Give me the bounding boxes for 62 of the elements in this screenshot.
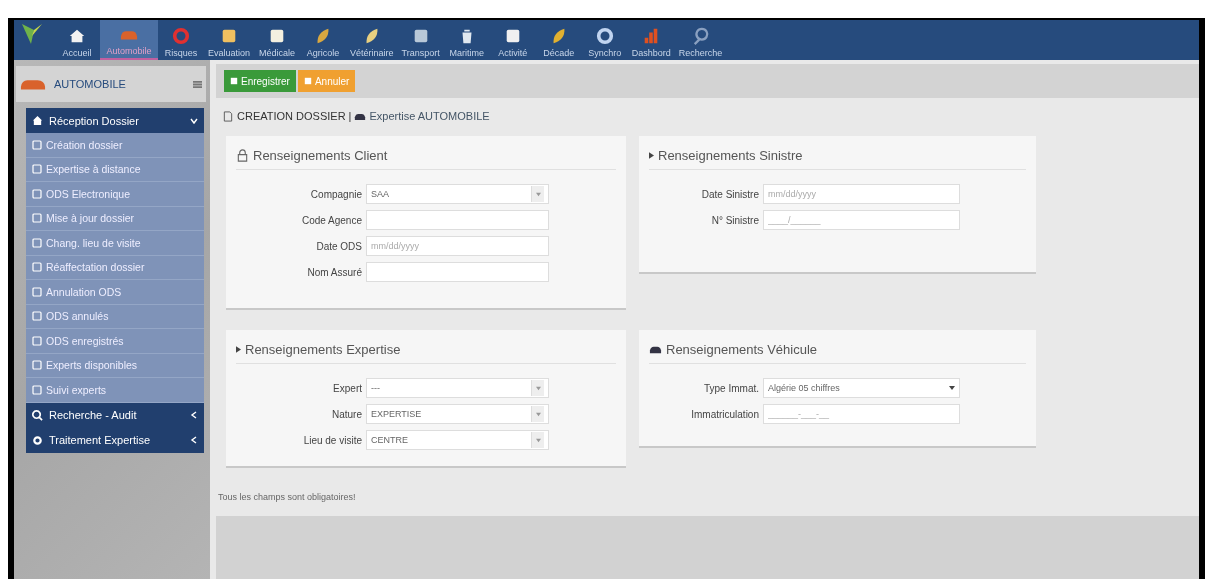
- input-field[interactable]: ______-___-__: [763, 404, 960, 424]
- caret-icon: [649, 152, 654, 159]
- lifebuoy-icon: [172, 27, 190, 45]
- select-field[interactable]: SAA: [366, 184, 549, 204]
- lock-icon: [236, 149, 249, 162]
- nav-tab[interactable]: Décade: [535, 20, 582, 60]
- sidebar-group[interactable]: Réception Dossier: [26, 108, 204, 133]
- chevron-icon: [190, 411, 198, 419]
- nav-tab[interactable]: Accueil: [54, 20, 100, 60]
- nav-tab[interactable]: Activité: [489, 20, 536, 60]
- nav-tab[interactable]: Evaluation: [204, 20, 255, 60]
- page-title: CREATION DOSSIER: [237, 110, 346, 122]
- input-field[interactable]: [366, 210, 549, 230]
- nav-tab[interactable]: Recherche: [674, 20, 727, 60]
- field-label: Nature: [331, 408, 362, 420]
- search-icon: [32, 409, 43, 421]
- sidebar-group[interactable]: Traitement Expertise: [26, 427, 204, 453]
- select-field[interactable]: ---: [366, 378, 549, 398]
- field-label: Expert: [332, 382, 362, 394]
- nav-tab[interactable]: Transport: [397, 20, 444, 60]
- input-field[interactable]: mm/dd/yyyy: [366, 236, 549, 256]
- search-icon: [691, 27, 710, 45]
- input-field[interactable]: ____/______: [763, 210, 960, 230]
- field-label: Compagnie: [309, 188, 362, 200]
- panel-title: Renseignements Client: [253, 148, 388, 163]
- separator: |: [348, 110, 352, 122]
- nav-tab[interactable]: Risques: [158, 20, 204, 60]
- field-label: Immatriculation: [690, 408, 759, 420]
- select-field[interactable]: Algérie 05 chiffres: [763, 378, 960, 398]
- house-icon: [68, 27, 86, 45]
- input-field[interactable]: mm/dd/yyyy: [763, 184, 960, 204]
- field-label: Code Agence: [300, 214, 362, 226]
- field-label: Date Sinistre: [700, 188, 759, 200]
- caret-icon: [236, 346, 241, 353]
- nav-tab[interactable]: Agricole: [300, 20, 347, 60]
- required-note: Tous les champs sont obligatoires!: [218, 492, 357, 502]
- panel-title: Renseignements Expertise: [245, 342, 401, 357]
- panel-title: Renseignements Véhicule: [666, 342, 818, 357]
- chevron-icon: [190, 436, 198, 444]
- field-label: Type Immat.: [703, 382, 759, 394]
- field-label: Date ODS: [315, 240, 362, 252]
- field-label: Nom Assuré: [306, 266, 362, 278]
- panel-title: Renseignements Sinistre: [658, 148, 803, 163]
- input-field[interactable]: [366, 262, 549, 282]
- chevron-icon: [190, 116, 198, 125]
- select-field[interactable]: CENTRE: [366, 430, 549, 450]
- menu-icon[interactable]: [193, 79, 202, 89]
- sidebar-title: AUTOMOBILE: [54, 78, 127, 90]
- dropdown-arrow-icon: [949, 385, 955, 391]
- field-label: Lieu de visite: [302, 434, 362, 446]
- nav-tab[interactable]: Synchro: [581, 20, 628, 60]
- nav-tab[interactable]: Médicale: [254, 20, 301, 60]
- save-button[interactable]: Enregistrer: [224, 70, 296, 92]
- nav-tab[interactable]: Maritime: [443, 20, 490, 60]
- nav-tab[interactable]: Vétérinaire: [346, 20, 398, 60]
- nav-tab[interactable]: Dashbord: [627, 20, 675, 60]
- home-icon: [32, 115, 43, 126]
- select-field[interactable]: EXPERTISE: [366, 404, 549, 424]
- field-label: N° Sinistre: [710, 214, 759, 226]
- sidebar-group[interactable]: Recherche - Audit: [26, 402, 204, 428]
- logo-icon: [20, 22, 44, 46]
- page-subtitle: Expertise AUTOMOBILE: [369, 110, 490, 122]
